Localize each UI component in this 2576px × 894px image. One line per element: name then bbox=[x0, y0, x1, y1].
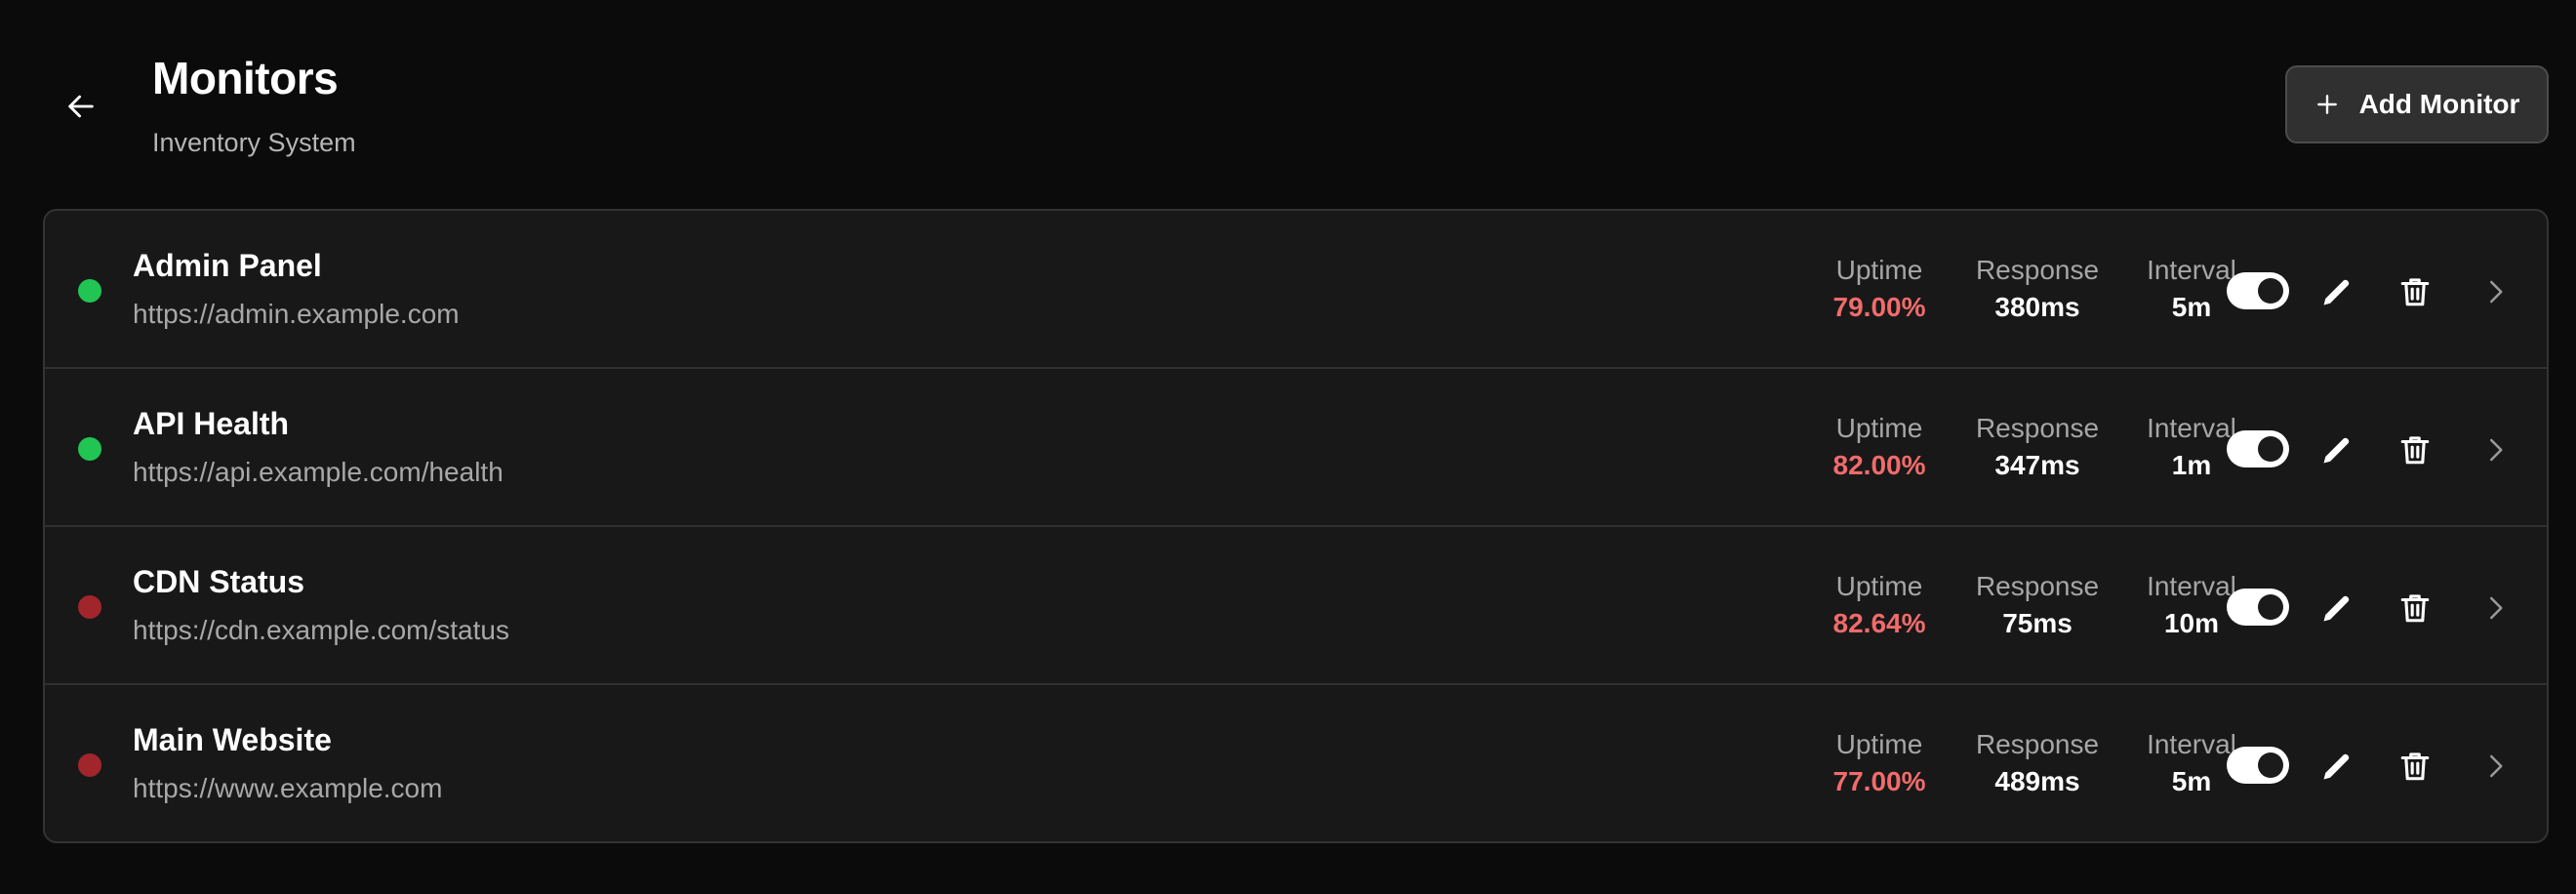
monitor-row[interactable]: Admin Panel https://admin.example.com Up… bbox=[45, 211, 2547, 369]
open-details-button[interactable] bbox=[2475, 746, 2516, 787]
monitor-row[interactable]: Main Website https://www.example.com Upt… bbox=[45, 685, 2547, 841]
monitor-list: Admin Panel https://admin.example.com Up… bbox=[43, 209, 2549, 843]
monitor-url: https://www.example.com bbox=[133, 773, 443, 803]
toggle-knob bbox=[2258, 436, 2283, 462]
chevron-right-icon bbox=[2490, 438, 2503, 462]
monitor-url: https://api.example.com/health bbox=[133, 457, 503, 487]
back-button[interactable] bbox=[57, 82, 105, 131]
monitor-url: https://admin.example.com bbox=[133, 299, 460, 329]
monitor-name: CDN Status bbox=[133, 564, 305, 599]
trash-icon bbox=[2400, 436, 2430, 465]
toggle-knob bbox=[2258, 278, 2283, 304]
delete-button[interactable] bbox=[2395, 588, 2435, 629]
delete-button[interactable] bbox=[2395, 746, 2435, 787]
delete-button[interactable] bbox=[2395, 271, 2435, 312]
pencil-icon bbox=[2323, 279, 2350, 305]
chevron-right-icon bbox=[2490, 754, 2503, 778]
open-details-button[interactable] bbox=[2475, 588, 2516, 629]
page-subtitle: Inventory System bbox=[152, 128, 356, 157]
enable-toggle[interactable] bbox=[2227, 747, 2289, 784]
monitor-name: API Health bbox=[133, 406, 290, 441]
monitor-row[interactable]: API Health https://api.example.com/healt… bbox=[45, 369, 2547, 527]
add-monitor-button[interactable]: Add Monitor bbox=[2285, 65, 2549, 143]
monitor-row[interactable]: CDN Status https://cdn.example.com/statu… bbox=[45, 527, 2547, 685]
status-indicator bbox=[78, 595, 101, 619]
trash-icon bbox=[2400, 594, 2430, 623]
status-indicator bbox=[78, 753, 101, 777]
monitor-name: Admin Panel bbox=[133, 248, 322, 283]
open-details-button[interactable] bbox=[2475, 271, 2516, 312]
trash-icon bbox=[2400, 752, 2430, 781]
enable-toggle[interactable] bbox=[2227, 589, 2289, 626]
edit-button[interactable] bbox=[2316, 588, 2357, 629]
pencil-icon bbox=[2323, 595, 2350, 622]
monitor-name: Main Website bbox=[133, 722, 332, 757]
page-header: Monitors Inventory System Add Monitor bbox=[0, 0, 2576, 209]
delete-button[interactable] bbox=[2395, 429, 2435, 470]
monitor-url: https://cdn.example.com/status bbox=[133, 615, 509, 645]
chevron-right-icon bbox=[2490, 596, 2503, 620]
toggle-knob bbox=[2258, 594, 2283, 620]
open-details-button[interactable] bbox=[2475, 429, 2516, 470]
page-title: Monitors bbox=[152, 53, 339, 103]
edit-button[interactable] bbox=[2316, 271, 2357, 312]
edit-button[interactable] bbox=[2316, 429, 2357, 470]
add-monitor-label: Add Monitor bbox=[2358, 89, 2520, 119]
chevron-right-icon bbox=[2490, 280, 2503, 304]
pencil-icon bbox=[2323, 437, 2350, 464]
enable-toggle[interactable] bbox=[2227, 430, 2289, 467]
pencil-icon bbox=[2323, 753, 2350, 780]
status-indicator bbox=[78, 437, 101, 461]
edit-button[interactable] bbox=[2316, 746, 2357, 787]
trash-icon bbox=[2400, 278, 2430, 306]
toggle-knob bbox=[2258, 752, 2283, 778]
arrow-left-icon bbox=[68, 95, 94, 118]
plus-icon bbox=[2316, 95, 2337, 114]
enable-toggle[interactable] bbox=[2227, 272, 2289, 309]
status-indicator bbox=[78, 279, 101, 303]
